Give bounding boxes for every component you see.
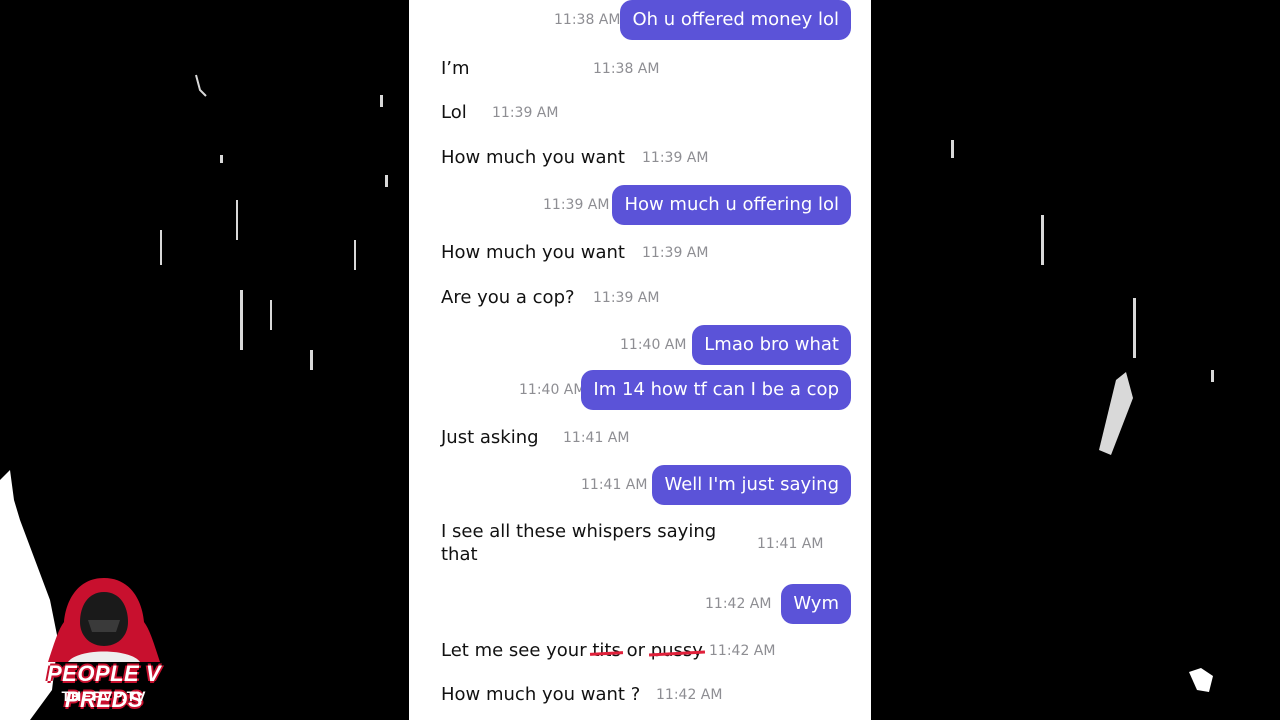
shadow-figure-right [951,140,1214,692]
logo-title: PEOPLE V PREDS [46,661,162,712]
message-fragment: or [620,640,651,661]
message-time: 11:38 AM [554,12,621,28]
sent-message-bubble[interactable]: How much u offering lol [612,185,851,225]
logo-subtitle: THEPVP.TV [61,688,147,704]
message-time: 11:39 AM [543,197,610,213]
message-time: 11:41 AM [581,477,648,493]
message-fragment: Let me see your [441,640,593,661]
received-message-text[interactable]: Lol [441,102,467,123]
received-message-text[interactable]: How much you want [441,242,625,263]
sent-message-bubble[interactable]: Im 14 how tf can I be a cop [581,370,851,410]
received-message-text[interactable]: Just asking [441,427,539,448]
message-time: 11:40 AM [620,337,687,353]
censored-word: pussy [650,640,703,661]
received-message-text[interactable]: Let me see your tits or pussy [441,640,703,661]
received-message-text[interactable]: Are you a cop? [441,287,575,308]
sent-message-bubble[interactable]: Oh u offered money lol [620,0,851,40]
received-message-text[interactable]: I see all these whispers saying that [441,520,721,566]
hooded-figure-icon [48,578,160,662]
message-time: 11:42 AM [656,687,723,703]
message-time: 11:42 AM [709,643,776,659]
message-time: 11:41 AM [563,430,630,446]
sent-message-bubble[interactable]: Lmao bro what [692,325,851,365]
received-message-text[interactable]: How much you want [441,147,625,168]
message-time: 11:41 AM [757,536,824,552]
message-time: 11:40 AM [519,382,586,398]
censored-word: tits [592,640,621,661]
message-time: 11:42 AM [705,596,772,612]
background-right [871,0,1280,720]
message-time: 11:38 AM [593,61,660,77]
chat-screen: 11:38 AM Oh u offered money lol I’m 11:3… [409,0,871,720]
sent-message-bubble[interactable]: Well I'm just saying [652,465,851,505]
received-message-text[interactable]: How much you want ? [441,684,640,705]
message-time: 11:39 AM [492,105,559,121]
received-message-text[interactable]: I’m [441,58,470,79]
message-time: 11:39 AM [642,245,709,261]
sent-message-bubble[interactable]: Wym [781,584,851,624]
message-time: 11:39 AM [642,150,709,166]
cursor-icon [1189,668,1213,692]
message-time: 11:39 AM [593,290,660,306]
channel-logo: PEOPLE V PREDS THEPVP.TV [18,570,190,712]
